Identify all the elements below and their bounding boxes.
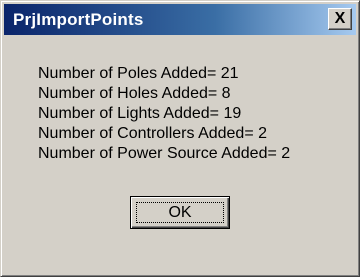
power-source-added-text: Number of Power Source Added= 2	[38, 145, 291, 162]
ok-button[interactable]: OK	[130, 196, 230, 229]
poles-added-text: Number of Poles Added= 21	[38, 65, 239, 82]
message-dialog: PrjImportPoints X Number of Poles Added=…	[0, 0, 360, 277]
window-title: PrjImportPoints	[13, 9, 144, 29]
title-bar[interactable]: PrjImportPoints X	[4, 4, 356, 35]
controllers-added-text: Number of Controllers Added= 2	[38, 125, 268, 142]
close-icon: X	[334, 10, 346, 27]
close-button[interactable]: X	[328, 8, 352, 30]
ok-button-label: OK	[136, 202, 224, 223]
holes-added-text: Number of Holes Added= 8	[38, 85, 231, 102]
lights-added-text: Number of Lights Added= 19	[38, 105, 242, 122]
message-list: Number of Poles Added= 21 Number of Hole…	[38, 64, 290, 164]
